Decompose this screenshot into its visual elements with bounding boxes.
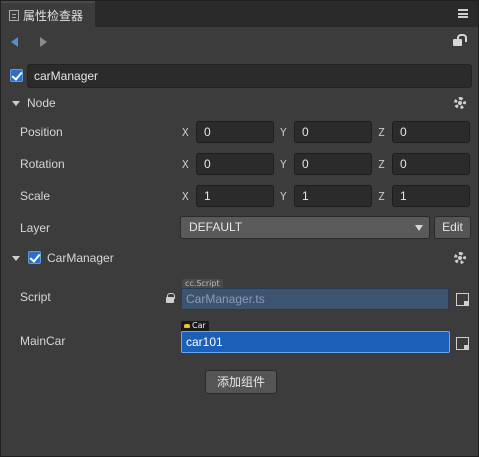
axis-x-label: X (182, 126, 189, 139)
position-label: Position (20, 125, 63, 139)
script-field: CarManager.ts (181, 288, 449, 310)
collapse-caret-icon[interactable] (12, 256, 20, 261)
rotation-x-input[interactable]: 0 (196, 153, 274, 175)
inspector-panel: 属性检查器 carManager Node Position X 0 Y 0 Z… (0, 0, 479, 457)
axis-z-label: Z (378, 126, 385, 139)
asset-picker-icon[interactable] (456, 293, 469, 306)
axis-z-label: Z (378, 190, 385, 203)
axis-y-label: Y (280, 190, 287, 203)
collapse-caret-icon[interactable] (12, 101, 20, 106)
axis-y-label: Y (280, 126, 287, 139)
asset-picker-icon[interactable] (456, 337, 469, 350)
scale-y-input[interactable]: 1 (294, 185, 372, 207)
car-icon (184, 324, 190, 328)
menu-icon[interactable] (458, 9, 468, 18)
position-z-input[interactable]: 0 (392, 121, 470, 143)
component-enabled-checkbox[interactable] (28, 251, 41, 264)
rotation-z-input[interactable]: 0 (392, 153, 470, 175)
dropdown-arrow-icon (415, 225, 423, 231)
lock-icon (166, 293, 175, 303)
axis-z-label: Z (378, 158, 385, 171)
script-label: Script (20, 290, 51, 304)
nav-forward-icon[interactable] (40, 37, 47, 47)
scale-x-input[interactable]: 1 (196, 185, 274, 207)
layer-value: DEFAULT (189, 220, 243, 234)
inspector-icon (9, 9, 19, 21)
axis-y-label: Y (280, 158, 287, 171)
tab-title: 属性检查器 (23, 8, 84, 23)
axis-x-label: X (182, 158, 189, 171)
tab-bar: 属性检查器 (1, 1, 478, 27)
scale-z-input[interactable]: 1 (392, 185, 470, 207)
unlock-icon[interactable] (453, 34, 467, 46)
component-title: CarManager (47, 251, 114, 265)
add-component-button[interactable]: 添加组件 (205, 370, 277, 394)
maincar-label: MainCar (20, 334, 66, 348)
maincar-field[interactable]: car101 (181, 331, 450, 353)
node-active-checkbox[interactable] (10, 69, 23, 82)
car-type-tag-label: Car (192, 321, 206, 330)
layer-label: Layer (20, 221, 51, 235)
component-section-header[interactable]: CarManager (1, 247, 478, 269)
axis-x-label: X (182, 190, 189, 203)
scale-label: Scale (20, 189, 51, 203)
position-y-input[interactable]: 0 (294, 121, 372, 143)
gear-icon[interactable] (454, 252, 466, 264)
rotation-y-input[interactable]: 0 (294, 153, 372, 175)
position-x-input[interactable]: 0 (196, 121, 274, 143)
layer-edit-button[interactable]: Edit (434, 216, 471, 239)
nav-back-icon[interactable] (11, 37, 18, 47)
rotation-label: Rotation (20, 157, 65, 171)
layer-select[interactable]: DEFAULT (180, 216, 430, 239)
node-name-input[interactable]: carManager (27, 64, 472, 88)
tab-inspector[interactable]: 属性检查器 (1, 1, 95, 27)
node-section-header[interactable]: Node (1, 92, 478, 114)
car-type-tag: Car (181, 321, 209, 331)
gear-icon[interactable] (454, 97, 466, 109)
node-section-title: Node (27, 96, 56, 110)
